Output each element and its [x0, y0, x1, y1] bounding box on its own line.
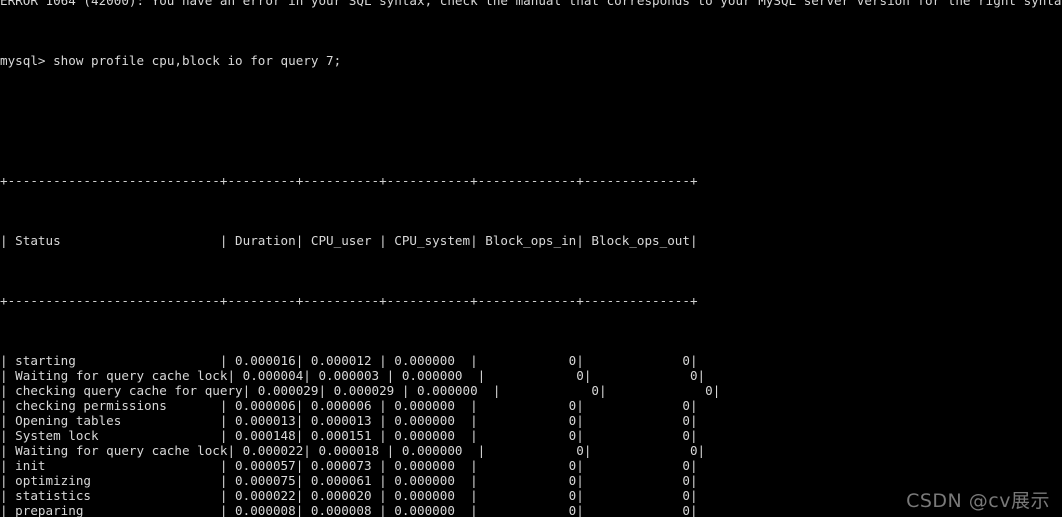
table-row: | Waiting for query cache lock| 0.000004…	[0, 368, 706, 383]
table-row: | init | 0.000057| 0.000073 | 0.000000 |…	[0, 458, 698, 473]
prompt-symbol: mysql>	[0, 53, 46, 68]
table-row: | Opening tables | 0.000013| 0.000013 | …	[0, 413, 698, 428]
table-border-header-separator: +----------------------------+---------+…	[0, 293, 698, 308]
sql-error-line: ERROR 1064 (42000): You have an error in…	[0, 0, 1062, 8]
command-text: show profile cpu,block io for query 7;	[45, 53, 342, 68]
table-header-row: | Status | Duration| CPU_user | CPU_syst…	[0, 233, 698, 248]
table-row: | statistics | 0.000022| 0.000020 | 0.00…	[0, 488, 698, 503]
table-row: | optimizing | 0.000075| 0.000061 | 0.00…	[0, 473, 698, 488]
table-row: | checking query cache for query| 0.0000…	[0, 383, 721, 398]
terminal-window[interactable]: ERROR 1064 (42000): You have an error in…	[0, 0, 1062, 517]
table-row: | preparing | 0.000008| 0.000008 | 0.000…	[0, 503, 698, 517]
table-body: | starting | 0.000016| 0.000012 | 0.0000…	[0, 353, 1062, 517]
table-row: | starting | 0.000016| 0.000012 | 0.0000…	[0, 353, 698, 368]
table-row: | checking permissions | 0.000006| 0.000…	[0, 398, 698, 413]
command-prompt-line: mysql> show profile cpu,block io for que…	[0, 53, 1062, 68]
terminal-output: mysql> show profile cpu,block io for que…	[0, 8, 1062, 517]
table-border-top: +----------------------------+---------+…	[0, 173, 698, 188]
table-row: | System lock | 0.000148| 0.000151 | 0.0…	[0, 428, 698, 443]
table-row: | Waiting for query cache lock| 0.000022…	[0, 443, 706, 458]
